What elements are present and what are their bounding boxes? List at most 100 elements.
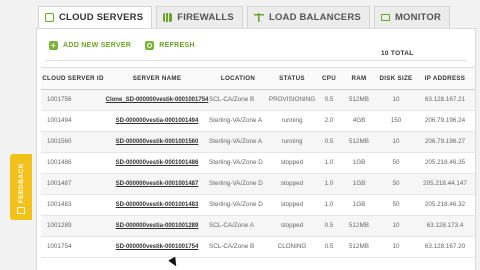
table-row[interactable]: 1001754 SD-000000vestik-0001001754 SCL-C… (41, 236, 475, 258)
ip-address: 205.218.46.35 (415, 152, 475, 174)
server-name[interactable]: SD-000000vestik-0001001487 (105, 173, 209, 195)
disk-size: 50 (377, 173, 415, 195)
table-row[interactable]: 1001289 SD-000000vestia-0001001289 SCL-C… (41, 215, 475, 237)
ip-address: 205.218.46.32 (415, 194, 475, 216)
server-name[interactable]: SD-000000vestik-0001001560 (105, 131, 209, 153)
server-name-link[interactable]: SD-000000vestia-0001001494 (116, 118, 199, 124)
ram: 512MB (341, 236, 377, 258)
tab-label: LOAD BALANCERS (268, 12, 361, 23)
add-server-button[interactable]: + ADD NEW SERVER (49, 41, 131, 50)
status: stopped (267, 194, 317, 216)
load-balancer-icon (253, 13, 264, 22)
location: Sterling-VA/Zone D (209, 173, 267, 195)
col-cpu[interactable]: CPU (317, 67, 341, 90)
col-location[interactable]: LOCATION (209, 67, 267, 90)
server-name[interactable]: SD-000000vestik-0001001486 (105, 152, 209, 174)
server-id: 1001494 (41, 110, 105, 132)
ram: 1GB (341, 152, 377, 174)
server-name-link[interactable]: SD-000000vestik-0001001754 (116, 244, 199, 250)
feedback-tab[interactable]: FEEDBACK (10, 154, 32, 220)
ram: 4GB (341, 110, 377, 132)
disk-size: 50 (377, 194, 415, 216)
cpu: 2.0 (317, 110, 341, 132)
divider (45, 60, 467, 61)
ip-address: 206.79.196.27 (415, 131, 475, 153)
table-row[interactable]: 1001487 SD-000000vestik-0001001487 Sterl… (41, 173, 475, 195)
cpu: 0.5 (317, 89, 341, 111)
add-icon: + (49, 41, 58, 50)
cpu: 1.0 (317, 194, 341, 216)
feedback-icon (17, 207, 25, 214)
action-bar: + ADD NEW SERVER REFRESH (49, 41, 195, 50)
server-name-link[interactable]: SD-000000vestik-0001001483 (116, 202, 199, 208)
cpu: 0.5 (317, 131, 341, 153)
server-name-link[interactable]: Clone_SD-000000vestik-0001001754 (106, 97, 209, 103)
table-row[interactable]: 1001494 SD-000000vestia-0001001494 Sterl… (41, 110, 475, 132)
col-server-id[interactable]: CLOUD SERVER ID (41, 67, 105, 90)
server-name-link[interactable]: SD-000000vestik-0001001560 (116, 139, 199, 145)
server-name-link[interactable]: SD-000000vestik-0001001486 (116, 160, 199, 166)
table-row[interactable]: 1001756 Clone_SD-000000vestik-0001001754… (41, 89, 475, 111)
tab-label: FIREWALLS (177, 12, 234, 23)
disk-size: 50 (377, 152, 415, 174)
server-name-link[interactable]: SD-000000vestia-0001001289 (116, 223, 199, 229)
ip-address: 63.128.167.20 (415, 236, 475, 258)
ram: 512MB (341, 215, 377, 237)
server-name-link[interactable]: SD-000000vestik-0001001487 (116, 181, 199, 187)
tab-firewalls[interactable]: FIREWALLS (156, 6, 243, 28)
refresh-button[interactable]: REFRESH (145, 41, 195, 50)
server-id: 1001483 (41, 194, 105, 216)
disk-size: 150 (377, 110, 415, 132)
ram: 1GB (341, 194, 377, 216)
ip-address: 205.218.44.147 (415, 173, 475, 195)
server-name[interactable]: SD-000000vestik-0001001483 (105, 194, 209, 216)
server-id: 1001486 (41, 152, 105, 174)
table-row[interactable]: 1001483 SD-000000vestik-0001001483 Sterl… (41, 194, 475, 216)
tab-monitor[interactable]: MONITOR (373, 6, 451, 28)
col-status[interactable]: STATUS (267, 67, 317, 90)
status: running (267, 131, 317, 153)
location: SCL-CA/Zone A (209, 215, 267, 237)
status: stopped (267, 173, 317, 195)
ip-address: 63.128.167.21 (415, 89, 475, 111)
refresh-label: REFRESH (159, 42, 195, 49)
ip-address: 63.128.173.4 (415, 215, 475, 237)
servers-table: CLOUD SERVER ID SERVER NAME LOCATION STA… (41, 67, 475, 258)
tab-label: MONITOR (394, 12, 442, 23)
table-header-row: CLOUD SERVER ID SERVER NAME LOCATION STA… (41, 67, 475, 90)
col-disk-size[interactable]: DISK SIZE (377, 67, 415, 90)
cpu: 0.5 (317, 236, 341, 258)
status: CLONING (267, 236, 317, 258)
add-server-label: ADD NEW SERVER (63, 42, 132, 49)
firewall-icon (163, 13, 173, 22)
cpu: 1.0 (317, 173, 341, 195)
server-name[interactable]: Clone_SD-000000vestik-0001001754 (105, 89, 209, 111)
cloud-servers-panel: + ADD NEW SERVER REFRESH 10 TOTAL CLOUD … (36, 28, 476, 270)
location: Sterling-VA/Zone A (209, 131, 267, 153)
col-ram[interactable]: RAM (341, 67, 377, 90)
location: SCL-CA/Zone B (209, 236, 267, 258)
disk-size: 10 (377, 131, 415, 153)
status: running (267, 110, 317, 132)
disk-size: 10 (377, 236, 415, 258)
ip-address: 206.79.196.24 (415, 110, 475, 132)
tab-load-balancers[interactable]: LOAD BALANCERS (246, 6, 370, 28)
location: SCL-CA/Zone B (209, 89, 267, 111)
col-server-name[interactable]: SERVER NAME (105, 67, 209, 90)
server-name[interactable]: SD-000000vestia-0001001289 (105, 215, 209, 237)
table-row[interactable]: 1001486 SD-000000vestik-0001001486 Sterl… (41, 152, 475, 174)
refresh-icon (145, 41, 155, 50)
server-id: 1001289 (41, 215, 105, 237)
disk-size: 10 (377, 215, 415, 237)
server-id: 1001754 (41, 236, 105, 258)
cpu: 1.0 (317, 152, 341, 174)
total-count: 10 TOTAL (381, 50, 414, 57)
server-name[interactable]: SD-000000vestia-0001001494 (105, 110, 209, 132)
location: Sterling-VA/Zone D (209, 194, 267, 216)
tab-cloud-servers[interactable]: CLOUD SERVERS (38, 6, 153, 28)
server-name[interactable]: SD-000000vestik-0001001754 (105, 236, 209, 258)
tab-bar: CLOUD SERVERS FIREWALLS LOAD BALANCERS M… (38, 6, 458, 28)
col-ip-address[interactable]: IP ADDRESS (415, 67, 475, 90)
table-row[interactable]: 1001560 SD-000000vestik-0001001560 Sterl… (41, 131, 475, 153)
tab-label: CLOUD SERVERS (59, 12, 144, 23)
